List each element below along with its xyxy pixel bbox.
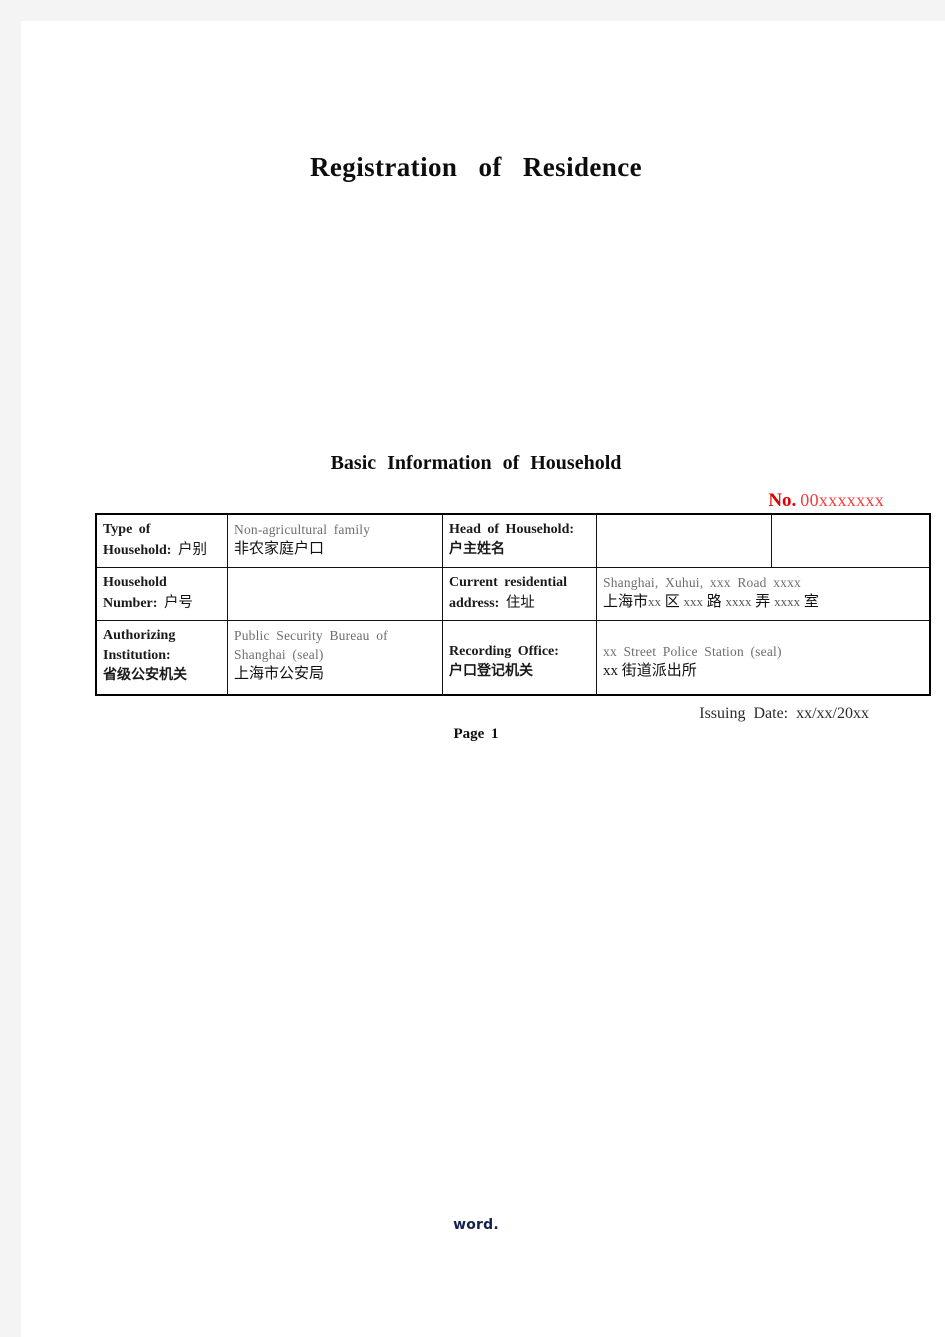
value-en: Non-agricultural family	[234, 522, 371, 537]
cell-household-number-label: Household Number: 户号	[95, 567, 228, 621]
address-part-1: 区	[664, 594, 680, 611]
address-part-3: 路	[706, 594, 722, 611]
cell-recording-office-value: xx Street Police Station (seal) xx 街道派出所	[596, 619, 931, 696]
household-info-table: Type of Household: 户别 Non-agricultural f…	[95, 513, 931, 696]
label-cn: 户口登记机关	[449, 663, 533, 679]
value-en: xx Street Police Station (seal)	[603, 643, 782, 659]
label-en: address:	[449, 595, 500, 611]
issuing-date: Issuing Date: xx/xx/20xx	[699, 705, 869, 722]
label-line-1: Type of	[103, 522, 151, 537]
address-part-4: xxxx	[725, 594, 752, 610]
label-cn: 户别	[177, 541, 207, 558]
label-en: Number:	[103, 595, 158, 611]
value-en-line-1: Public Security Bureau of	[234, 627, 388, 643]
label-cn: 户主姓名	[449, 541, 505, 557]
serial-number-label: No.	[768, 490, 797, 511]
address-part-7: 室	[803, 594, 819, 611]
watermark: word.	[453, 1217, 499, 1233]
label-en: Head of Household:	[449, 522, 575, 537]
page-number: Page 1	[453, 726, 499, 742]
value-en-line-2: Shanghai (seal)	[234, 646, 324, 662]
label-cn: 省级公安机关	[103, 667, 187, 683]
label-en: Recording Office:	[449, 643, 559, 659]
cell-household-number-value	[227, 567, 443, 621]
section-title: Basic Information of Household	[330, 452, 622, 474]
address-part-0: xx	[648, 594, 662, 610]
cell-head-of-household-value	[596, 513, 772, 568]
address-city: 上海市	[603, 594, 649, 611]
label-line-2: address: 住址	[449, 593, 590, 614]
address-part-6: xxxx	[774, 594, 801, 610]
cell-authorizing-institution-label: Authorizing Institution: 省级公安机关	[95, 619, 228, 696]
value-cn: 上海市xx 区 xxx 路 xxxx 弄 xxxx 室	[603, 592, 923, 613]
page-title: Registration of Residence	[310, 152, 642, 182]
label-cn: 户号	[163, 594, 193, 611]
cell-address-value: Shanghai, Xuhui, xxx Road xxxx 上海市xx 区 x…	[596, 567, 931, 621]
label-line-2: Number: 户号	[103, 593, 221, 614]
cell-head-of-household-extra	[771, 513, 931, 568]
serial-number: No. 00xxxxxxx	[768, 490, 884, 512]
value-en: Shanghai, Xuhui, xxx Road xxxx	[603, 575, 801, 590]
label-en: Household:	[103, 542, 172, 558]
label-line-1: Household	[103, 575, 167, 590]
address-part-5: 弄	[755, 594, 771, 611]
cell-authorizing-institution-value: Public Security Bureau of Shanghai (seal…	[227, 619, 443, 696]
label-line-1: Current residential	[449, 575, 567, 590]
table-row: Type of Household: 户别 Non-agricultural f…	[95, 513, 931, 568]
label-line-2: Household: 户别	[103, 540, 221, 561]
cell-head-of-household-label: Head of Household: 户主姓名	[442, 513, 597, 568]
label-cn: 住址	[505, 594, 535, 611]
cell-household-type-value: Non-agricultural family 非农家庭户口	[227, 513, 443, 568]
cell-recording-office-label: Recording Office: 户口登记机关	[442, 619, 597, 696]
table-row: Household Number: 户号 Current residential…	[95, 567, 931, 621]
value-cn: xx 街道派出所	[603, 662, 697, 679]
serial-number-value: 00xxxxxxx	[800, 490, 884, 510]
cell-address-label: Current residential address: 住址	[442, 567, 597, 621]
cell-household-type-label: Type of Household: 户别	[95, 513, 228, 568]
table-row: Authorizing Institution: 省级公安机关 Public S…	[95, 619, 931, 696]
document-page: Registration of Residence Basic Informat…	[21, 21, 945, 1337]
label-line-1: Authorizing	[103, 627, 176, 643]
value-cn: 非农家庭户口	[234, 541, 325, 558]
value-cn: 上海市公安局	[234, 666, 325, 683]
label-line-2: Institution:	[103, 647, 171, 663]
address-part-2: xxx	[683, 594, 704, 610]
